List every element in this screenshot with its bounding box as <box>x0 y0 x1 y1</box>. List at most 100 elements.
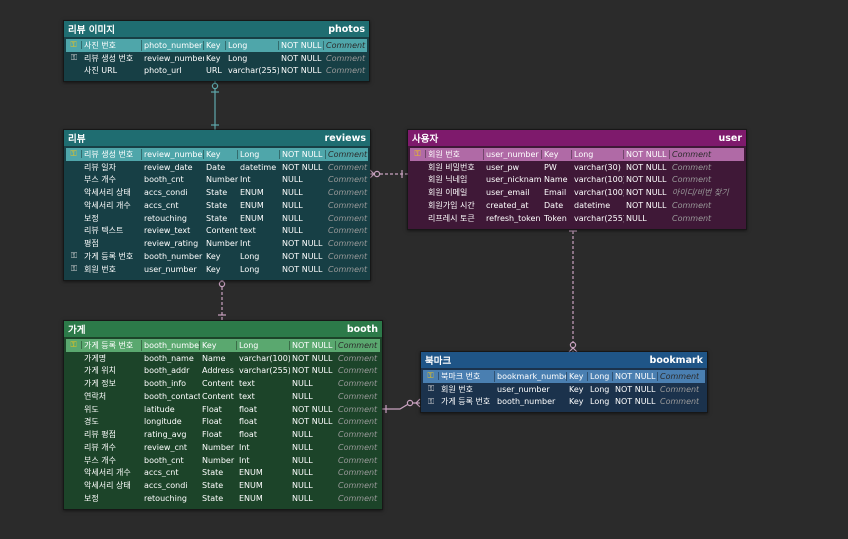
column-comment: Comment <box>338 391 378 401</box>
table-row[interactable]: 리뷰 일자 review_date Date datetime NOT NULL Comm… <box>66 161 368 174</box>
table-row[interactable]: ⚿ 북마크 번호 bookmark_number Key Long NOT NULL Com… <box>423 370 705 383</box>
table-logical-name: 가게 <box>68 325 86 336</box>
column-physical-name: review_cnt <box>144 442 188 452</box>
column-nullable: NOT NULL <box>626 200 667 210</box>
column-nullable: NULL <box>282 188 303 198</box>
table-user[interactable]: 사용자 user ⚿ 회원 번호 user_number Key Long NOT NUL… <box>407 129 747 230</box>
column-nullable: NOT NULL <box>281 53 322 63</box>
column-type: ENUM <box>240 213 264 223</box>
table-row[interactable]: ⚿ 가게 등록 번호 booth_number Key Long NOT NULL Comm… <box>66 339 380 352</box>
table-row[interactable]: 회원가입 시간 created_at Date datetime NOT NULL Com… <box>410 199 744 212</box>
column-comment: Comment <box>338 430 378 440</box>
table-row[interactable]: 리뷰 평점 rating_avg Float float NULL Comment <box>66 428 380 441</box>
table-photos[interactable]: 리뷰 이미지 photos ⚿ 사진 번호 photo_number Key Long N… <box>63 20 370 83</box>
table-row[interactable]: 가게 위치 booth_addr Address varchar(255) NOT NU… <box>66 365 380 378</box>
table-row[interactable]: 가게명 booth_name Name varchar(100) NOT NULL Com… <box>66 352 380 365</box>
column-type: ENUM <box>239 468 263 478</box>
column-domain: URL <box>206 66 222 76</box>
column-physical-name: booth_addr <box>144 366 190 376</box>
column-nullable: NOT NULL <box>292 417 333 427</box>
foreign-key-icon: ⚿ <box>66 54 82 62</box>
table-row[interactable]: 리뷰 개수 review_cnt Number Int NULL Comment <box>66 441 380 454</box>
column-domain: Content <box>202 391 234 401</box>
table-logical-name: 사용자 <box>412 134 439 145</box>
column-physical-name: photo_number <box>144 40 204 50</box>
table-row[interactable]: 사진 URL photo_url URL varchar(255) NOT NULL Co… <box>66 65 367 78</box>
table-row[interactable]: ⚿ 회원 번호 user_number Key Long NOT NULL Comment <box>66 263 368 276</box>
table-row[interactable]: 부스 개수 booth_cnt Number Int NULL Comment <box>66 174 368 187</box>
table-row[interactable]: 위도 latitude Float float NOT NULL Comment <box>66 403 380 416</box>
table-row[interactable]: 악세서리 상태 accs_condi State ENUM NULL Comment <box>66 186 368 199</box>
table-row[interactable]: 리프레시 토큰 refresh_token Token varchar(255) NUL… <box>410 212 744 225</box>
column-logical-name: 리프레시 토큰 <box>428 213 475 223</box>
column-nullable: NOT NULL <box>292 404 333 414</box>
column-comment: Comment <box>672 162 712 172</box>
column-type: Long <box>590 384 610 394</box>
column-nullable: NOT NULL <box>624 149 670 159</box>
column-logical-name: 회원 번호 <box>84 264 116 274</box>
column-physical-name: retouching <box>144 213 187 223</box>
column-physical-name: user_nickname <box>486 175 542 185</box>
column-nullable: NOT NULL <box>290 340 336 350</box>
column-logical-name: 보정 <box>84 493 99 503</box>
table-booth[interactable]: 가게 booth ⚿ 가게 등록 번호 booth_number Key Long NOT… <box>63 320 383 510</box>
table-row[interactable]: 회원 닉네임 user_nickname Name varchar(100) NOT N… <box>410 174 744 187</box>
table-row[interactable]: 평점 review_rating Number Int NOT NULL Comment <box>66 237 368 250</box>
column-type: ENUM <box>240 200 264 210</box>
table-bookmark[interactable]: 북마크 bookmark ⚿ 북마크 번호 bookmark_number Key Lo… <box>420 351 708 414</box>
table-header: 북마크 bookmark <box>421 352 707 368</box>
table-row[interactable]: 보정 retouching State ENUM NULL Comment <box>66 212 368 225</box>
column-comment: Comment <box>326 40 366 50</box>
foreign-key-icon: ⚿ <box>423 385 439 393</box>
table-row[interactable]: 경도 longitude Float float NOT NULL Comment <box>66 416 380 429</box>
column-comment: Comment <box>660 397 699 407</box>
table-row[interactable]: 악세서리 개수 accs_cnt State ENUM NULL Comment <box>66 199 368 212</box>
table-row[interactable]: 가게 정보 booth_info Content text NULL Comment <box>66 377 380 390</box>
column-domain: Name <box>544 175 568 185</box>
column-physical-name: latitude <box>144 404 175 414</box>
table-row[interactable]: ⚿ 리뷰 생성 번호 review_number Key Long NOT NULL Com… <box>66 52 367 65</box>
table-reviews[interactable]: 리뷰 reviews ⚿ 리뷰 생성 번호 review_number Key Long… <box>63 129 371 281</box>
primary-key-icon: ⚿ <box>66 341 82 350</box>
column-type: Long <box>590 397 610 407</box>
column-type: Long <box>240 264 260 274</box>
column-type: float <box>239 417 257 427</box>
column-nullable: NOT NULL <box>615 384 656 394</box>
table-row[interactable]: ⚿ 사진 번호 photo_number Key Long NOT NULL Comment <box>66 39 367 52</box>
column-logical-name: 부스 개수 <box>84 175 116 185</box>
table-row[interactable]: 회원 이메일 user_email Email varchar(100) NOT NUL… <box>410 186 744 199</box>
table-row[interactable]: ⚿ 가게 등록 번호 booth_number Key Long NOT NULL Comm… <box>66 250 368 263</box>
column-logical-name: 리뷰 텍스트 <box>84 226 124 236</box>
table-row[interactable]: 보정 retouching State ENUM NULL Comment <box>66 492 380 505</box>
column-logical-name: 부스 개수 <box>84 455 116 465</box>
table-row[interactable]: 연락처 booth_contact Content text NULL Comment <box>66 390 380 403</box>
key-icon: ⚿ <box>427 397 435 406</box>
column-physical-name: review_number <box>144 53 204 63</box>
column-physical-name: bookmark_number <box>497 371 567 381</box>
column-nullable: NOT NULL <box>282 251 323 261</box>
column-comment: Comment <box>328 200 368 210</box>
key-icon: ⚿ <box>70 41 77 50</box>
table-physical-name: reviews <box>324 132 366 144</box>
table-row[interactable]: 악세서리 개수 accs_cnt State ENUM NULL Comment <box>66 467 380 480</box>
column-domain: Key <box>200 340 237 350</box>
column-type: Long <box>237 340 290 350</box>
column-comment: Comment <box>338 493 378 503</box>
table-row[interactable]: ⚿ 리뷰 생성 번호 review_number Key Long NOT NULL Com… <box>66 148 368 161</box>
column-physical-name: review_date <box>144 162 193 172</box>
table-row[interactable]: ⚿ 가게 등록 번호 booth_number Key Long NOT NULL Comm… <box>423 396 705 409</box>
table-row[interactable]: ⚿ 회원 번호 user_number Key Long NOT NULL Comment <box>410 148 744 161</box>
table-row[interactable]: 악세서리 상태 accs_condi State ENUM NULL Comment <box>66 479 380 492</box>
table-row[interactable]: 회원 비밀번호 user_pw PW varchar(30) NOT NULL Comme… <box>410 161 744 174</box>
table-row[interactable]: 리뷰 텍스트 review_text Content text NULL Comment <box>66 225 368 238</box>
column-nullable: NULL <box>626 213 647 223</box>
column-physical-name: longitude <box>144 417 182 427</box>
table-row[interactable]: ⚿ 회원 번호 user_number Key Long NOT NULL Comment <box>423 383 705 396</box>
table-row[interactable]: 부스 개수 booth_cnt Number Int NULL Comment <box>66 454 380 467</box>
column-domain: State <box>202 493 224 503</box>
key-icon: ⚿ <box>70 341 77 350</box>
column-logical-name: 회원 이메일 <box>428 188 468 198</box>
column-physical-name: review_rating <box>144 239 199 249</box>
column-physical-name: rating_avg <box>144 430 187 440</box>
column-type: Long <box>238 149 280 159</box>
